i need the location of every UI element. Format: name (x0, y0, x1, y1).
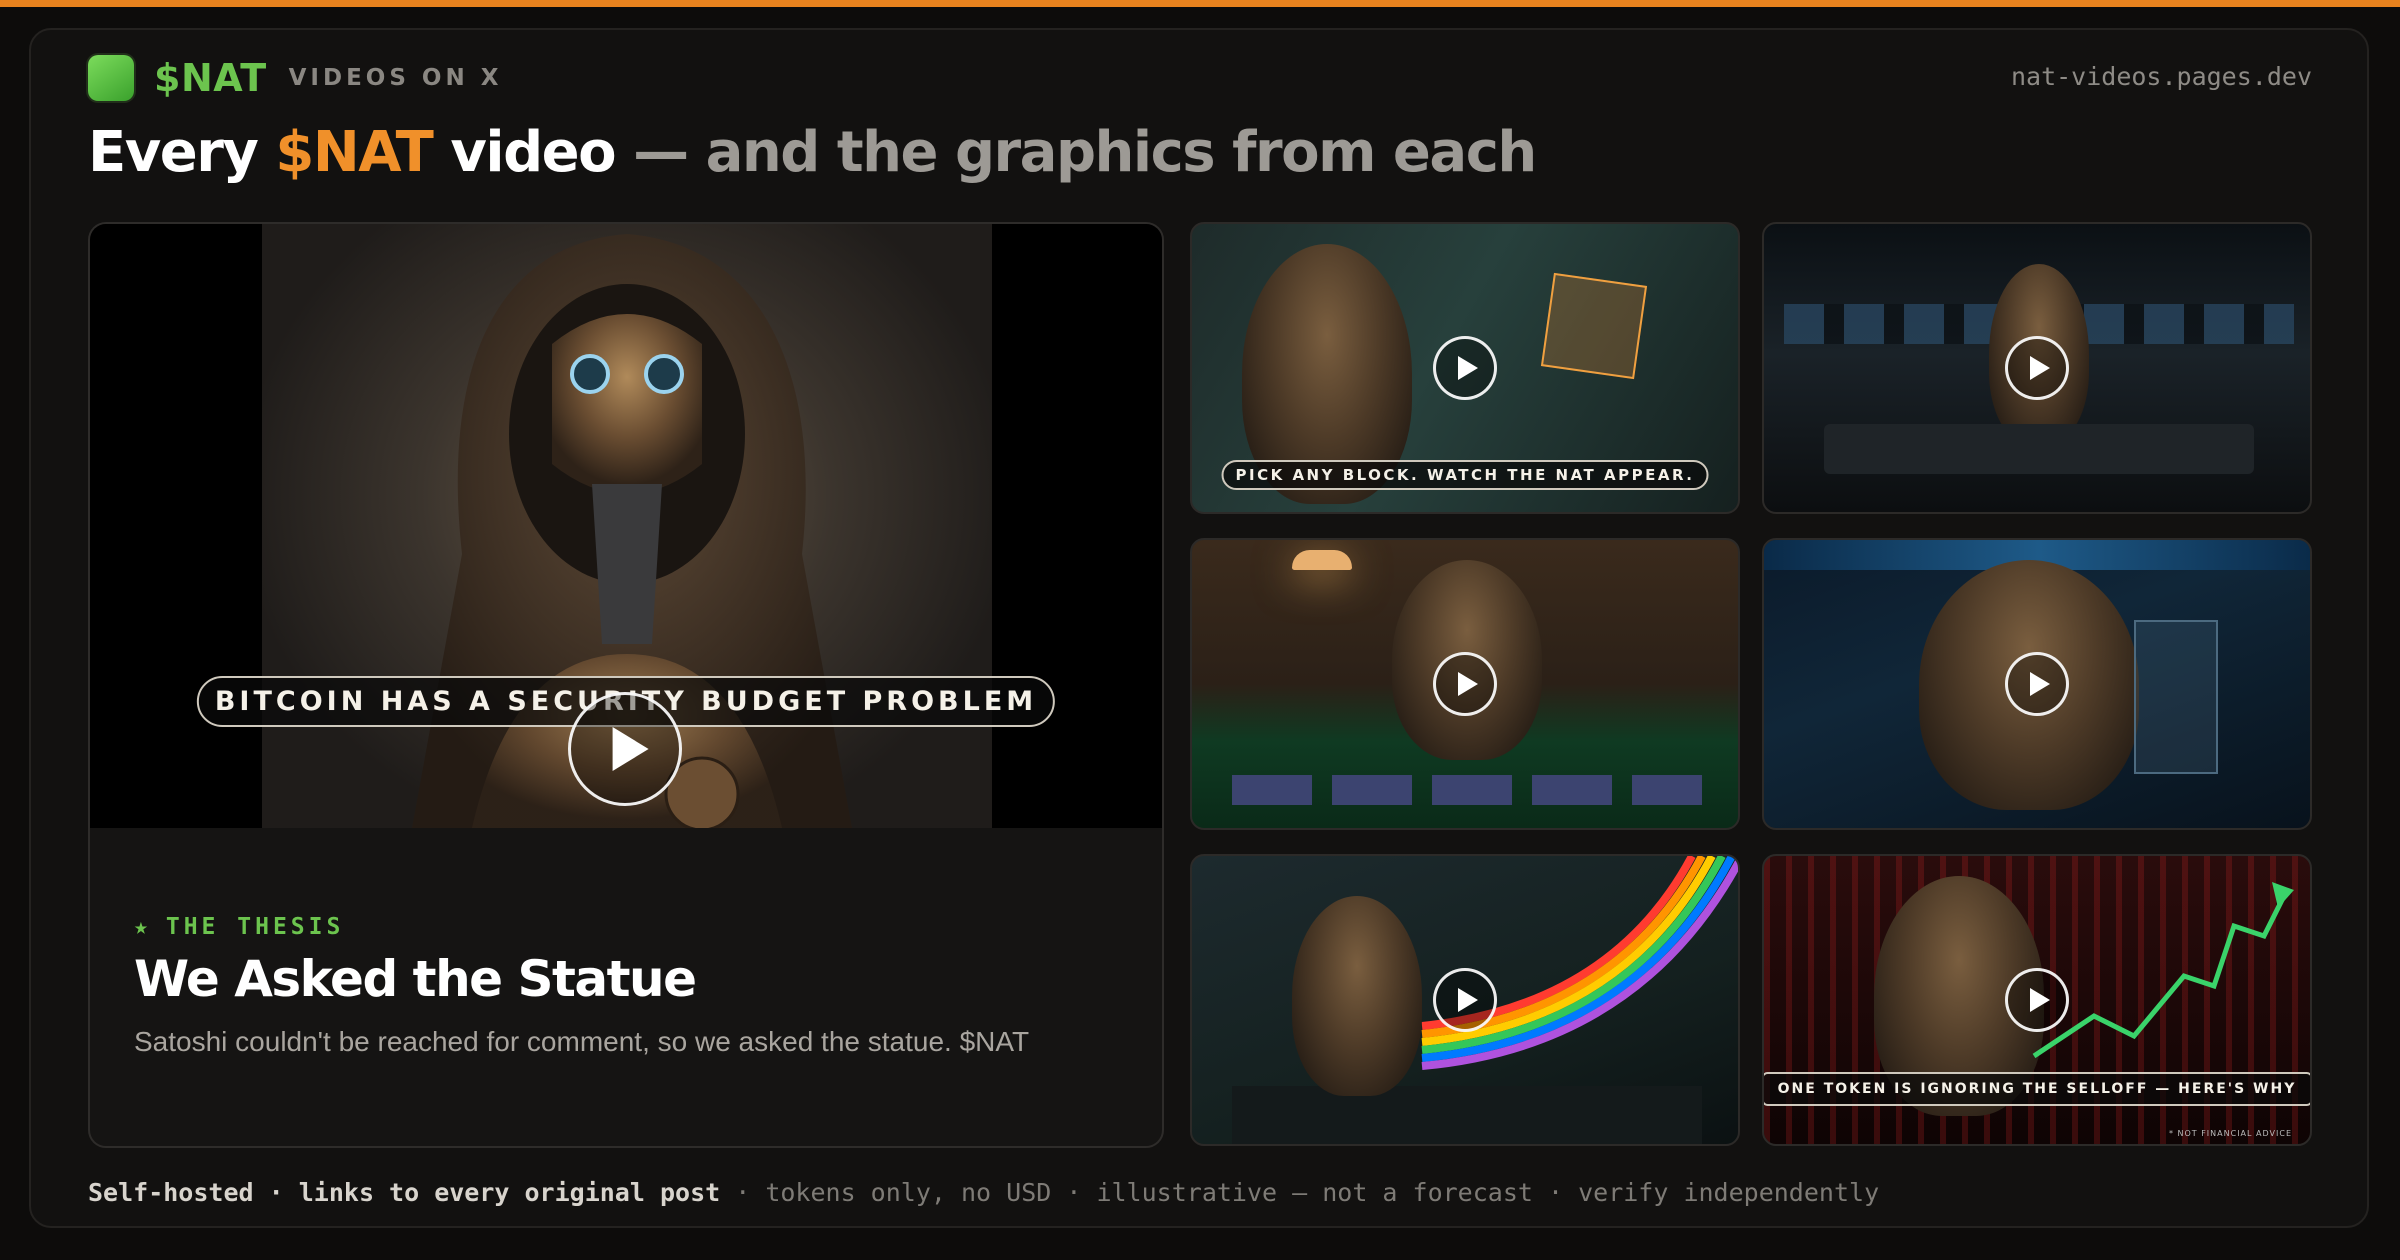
hooded-figure (1292, 896, 1422, 1096)
footer-self-hosted: Self-hosted (88, 1178, 254, 1207)
play-button-icon[interactable] (568, 692, 682, 806)
featured-title[interactable]: We Asked the Statue (134, 950, 1124, 1008)
video-thumbnail-2[interactable] (1762, 222, 2312, 514)
thumbnail-caption: ONE TOKEN IS IGNORING THE SELLOFF — HERE… (1764, 1072, 2310, 1106)
display-case (2134, 620, 2218, 774)
thesis-tag: ★ THE THESIS (134, 914, 1124, 940)
accent-top-bar (0, 0, 2400, 7)
footer-disclaimers: · tokens only, no USD · illustrative — n… (720, 1178, 1880, 1207)
footer-note: Self-hosted · links to every original po… (88, 1178, 1879, 1207)
title-part-nat: $NAT (275, 120, 434, 185)
footer-separator: · (253, 1178, 299, 1207)
bitcoin-cube-icon (1540, 272, 1648, 380)
brand-name[interactable]: $NAT (154, 56, 267, 100)
page-title: Every $NAT video — and the graphics from… (88, 120, 1537, 185)
video-thumbnail-5[interactable] (1190, 854, 1740, 1146)
featured-video-card[interactable]: BITCOIN HAS A SECURITY BUDGET PROBLEM ★ T… (88, 222, 1164, 1148)
thumbnail-caption: PICK ANY BLOCK. WATCH THE NAT APPEAR. (1221, 460, 1709, 490)
play-button-icon[interactable] (2005, 968, 2069, 1032)
lamp-icon (1292, 550, 1352, 570)
featured-video-player[interactable]: BITCOIN HAS A SECURITY BUDGET PROBLEM (90, 224, 1162, 828)
video-thumbnail-6[interactable]: ONE TOKEN IS IGNORING THE SELLOFF — HERE… (1762, 854, 2312, 1146)
video-thumbnail-1[interactable]: PICK ANY BLOCK. WATCH THE NAT APPEAR. (1190, 222, 1740, 514)
featured-description: Satoshi couldn't be reached for comment,… (134, 1026, 1030, 1057)
brand-subtitle: VIDEOS ON X (288, 65, 503, 91)
play-button-icon[interactable] (2005, 652, 2069, 716)
play-button-icon[interactable] (2005, 336, 2069, 400)
play-button-icon[interactable] (1433, 968, 1497, 1032)
financial-disclaimer: * NOT FINANCIAL ADVICE (2168, 1129, 2292, 1138)
brand-logo-icon[interactable] (88, 55, 134, 101)
star-icon: ★ (134, 914, 152, 940)
title-part-every: Every (88, 120, 276, 185)
video-thumbnail-3[interactable] (1190, 538, 1740, 830)
play-button-icon[interactable] (1433, 652, 1497, 716)
anchor-desk (1824, 424, 2254, 474)
site-header: $NAT VIDEOS ON X (88, 55, 503, 101)
featured-info: ★ THE THESIS We Asked the Statue Satoshi … (134, 914, 1124, 1058)
thesis-tag-label: THE THESIS (165, 914, 345, 940)
video-thumbnail-4[interactable] (1762, 538, 2312, 830)
title-part-video: video (432, 120, 616, 185)
play-button-icon[interactable] (1433, 336, 1497, 400)
title-part-rest: — and the graphics from each (615, 120, 1537, 185)
site-url[interactable]: nat-videos.pages.dev (2011, 62, 2312, 91)
footer-original-links[interactable]: links to every original post (299, 1178, 720, 1207)
playing-cards (1232, 775, 1702, 805)
